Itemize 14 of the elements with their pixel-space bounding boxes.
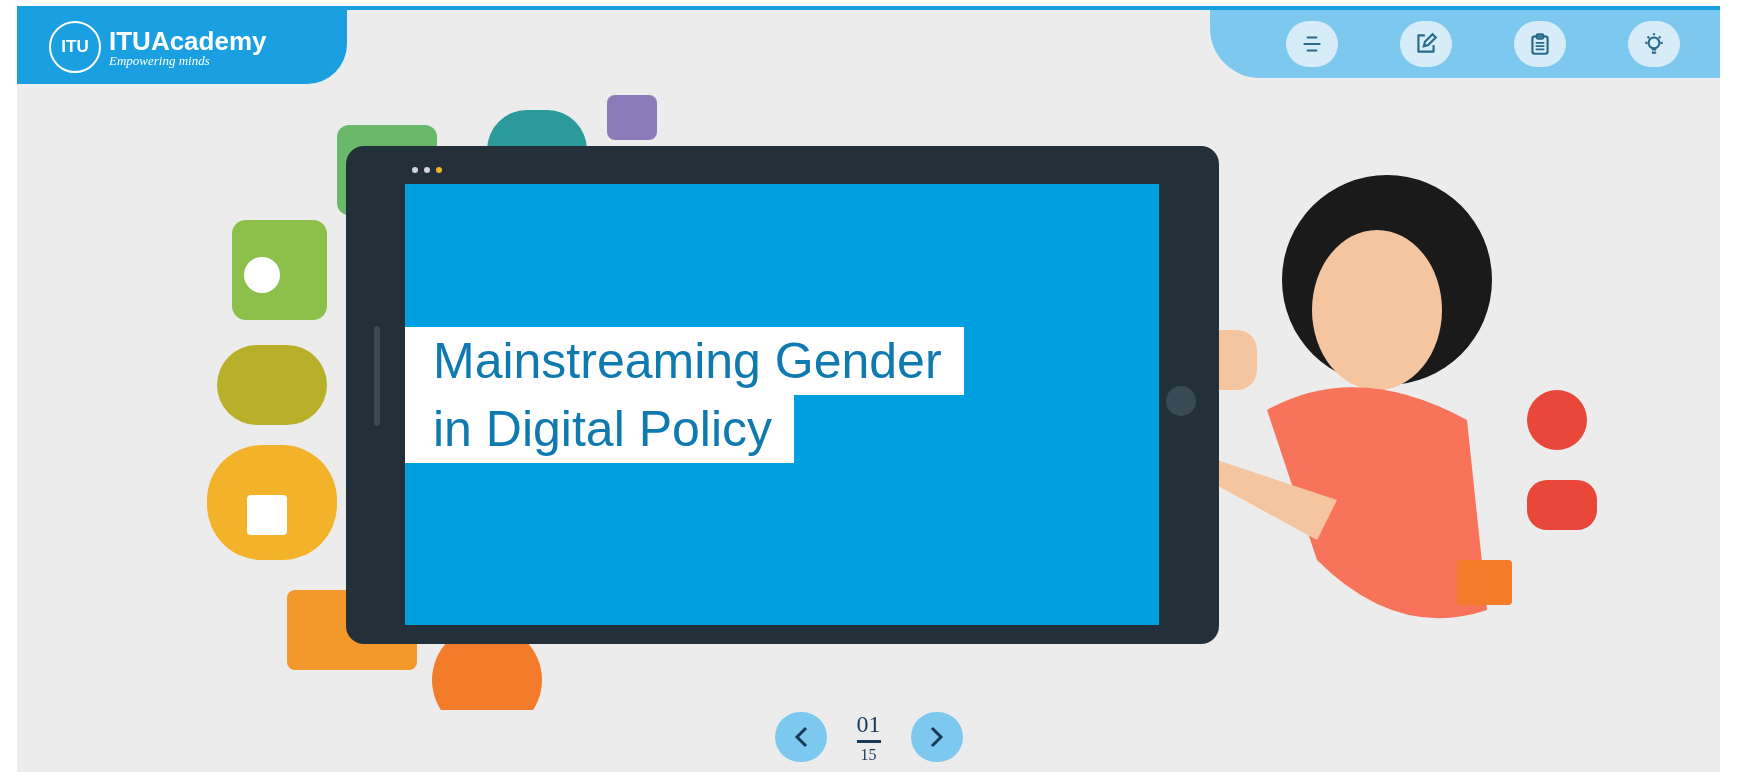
current-page: 01 — [856, 711, 881, 743]
brand-tagline: Empowering minds — [109, 53, 210, 67]
edit-button[interactable] — [1400, 21, 1452, 67]
next-button[interactable] — [910, 712, 963, 762]
total-pages: 15 — [860, 744, 877, 763]
window-dots-icon — [412, 167, 442, 173]
menu-button[interactable] — [1286, 21, 1338, 67]
lightbulb-button[interactable] — [1628, 21, 1680, 67]
clipboard-button[interactable] — [1514, 21, 1566, 67]
brand-name: ITUAcademy — [109, 27, 267, 54]
chevron-left-icon — [793, 726, 808, 748]
chevron-right-icon — [929, 726, 944, 748]
logo-mark: ITU — [49, 21, 101, 73]
previous-button[interactable] — [774, 712, 827, 762]
